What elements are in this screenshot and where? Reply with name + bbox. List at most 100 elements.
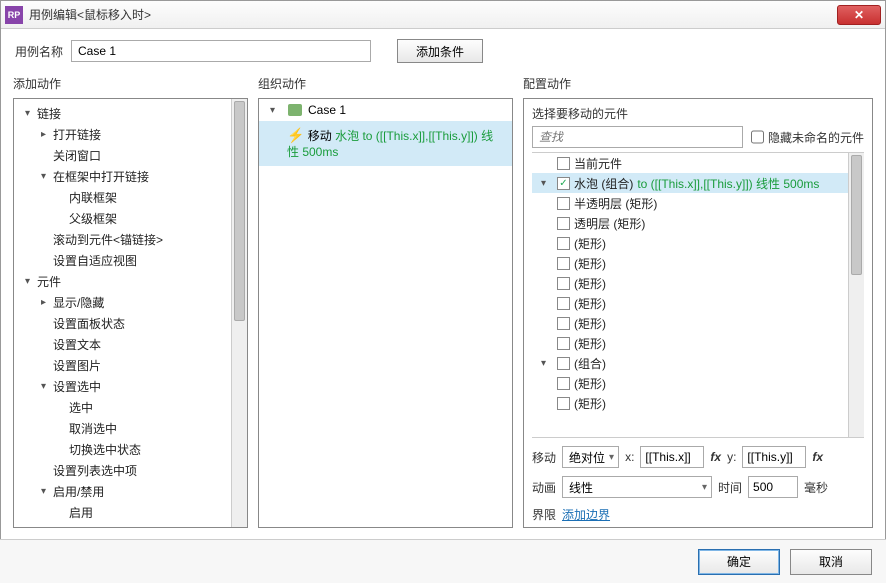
action-item[interactable]: 设置面板状态	[14, 313, 247, 334]
chevron-down-icon[interactable]	[22, 108, 33, 119]
anim-mode-select[interactable]: 线性▾	[562, 476, 712, 498]
case-root[interactable]: Case 1	[259, 99, 512, 121]
case-action-row[interactable]: ⚡ 移动 水泡 to ([[This.x]],[[This.y]]) 线性 50…	[259, 121, 512, 166]
checkbox[interactable]	[557, 337, 570, 350]
action-item[interactable]: 设置图片	[14, 355, 247, 376]
spacer	[38, 255, 49, 266]
checkbox[interactable]	[557, 257, 570, 270]
hide-unnamed-box[interactable]	[751, 126, 764, 148]
action-item[interactable]: 取消选中	[14, 418, 247, 439]
checkbox[interactable]	[557, 377, 570, 390]
chevron-right-icon[interactable]	[38, 129, 49, 140]
action-item[interactable]: 显示/隐藏	[14, 292, 247, 313]
checkbox[interactable]	[557, 217, 570, 230]
spacer	[38, 360, 49, 371]
checkbox[interactable]	[557, 297, 570, 310]
chevron-down-icon[interactable]	[538, 358, 549, 369]
window-title: 用例编辑<鼠标移入时>	[29, 6, 837, 23]
checkbox[interactable]	[557, 277, 570, 290]
case-name-input[interactable]	[71, 40, 371, 62]
action-item[interactable]: 设置文本	[14, 334, 247, 355]
widget-label: (矩形)	[574, 315, 606, 332]
widget-row[interactable]: (矩形)	[532, 393, 864, 413]
chevron-down-icon[interactable]	[267, 105, 278, 116]
action-item[interactable]: 打开链接	[14, 124, 247, 145]
spacer	[538, 198, 549, 209]
action-item[interactable]: 禁用	[14, 523, 247, 528]
widget-row[interactable]: (矩形)	[532, 373, 864, 393]
spacer	[538, 158, 549, 169]
widget-label: (矩形)	[574, 375, 606, 392]
action-item[interactable]: 启用/禁用	[14, 481, 247, 502]
y-label: y:	[727, 450, 736, 464]
checkbox[interactable]	[557, 317, 570, 330]
action-item[interactable]: 启用	[14, 502, 247, 523]
spacer	[538, 378, 549, 389]
widget-row[interactable]: 透明层 (矩形)	[532, 213, 864, 233]
fx-x-button[interactable]: fx	[710, 450, 721, 464]
checkbox[interactable]	[557, 357, 570, 370]
time-unit: 毫秒	[804, 479, 828, 496]
action-item[interactable]: 关闭窗口	[14, 145, 247, 166]
action-item-label: 设置自适应视图	[53, 252, 137, 269]
action-item[interactable]: 元件	[14, 271, 247, 292]
action-item[interactable]: 设置列表选中项	[14, 460, 247, 481]
spacer	[38, 465, 49, 476]
action-item-label: 链接	[37, 105, 61, 122]
spacer	[538, 278, 549, 289]
action-item-label: 设置面板状态	[53, 315, 125, 332]
actions-panel: 链接打开链接关闭窗口在框架中打开链接内联框架父级框架滚动到元件<锚链接> 设置自适…	[13, 98, 248, 528]
hide-unnamed-checkbox[interactable]: 隐藏未命名的元件	[751, 126, 864, 148]
widget-row[interactable]: (矩形)	[532, 333, 864, 353]
action-item[interactable]: 链接	[14, 103, 247, 124]
action-item[interactable]: 在框架中打开链接	[14, 166, 247, 187]
close-button[interactable]: ✕	[837, 5, 881, 25]
action-item[interactable]: 切换选中状态	[14, 439, 247, 460]
spacer	[538, 238, 549, 249]
ok-button[interactable]: 确定	[698, 549, 780, 575]
chevron-right-icon[interactable]	[38, 297, 49, 308]
chevron-down-icon[interactable]	[38, 171, 49, 182]
checkbox[interactable]	[557, 397, 570, 410]
action-item[interactable]: 设置自适应视图	[14, 250, 247, 271]
widget-row[interactable]: 半透明层 (矩形)	[532, 193, 864, 213]
move-mode-select[interactable]: 绝对位▾	[562, 446, 619, 468]
widget-row[interactable]: (矩形)	[532, 293, 864, 313]
time-input[interactable]	[748, 476, 798, 498]
widget-row[interactable]: (矩形)	[532, 233, 864, 253]
chevron-down-icon[interactable]	[38, 486, 49, 497]
x-input[interactable]	[640, 446, 704, 468]
scrollbar[interactable]	[848, 153, 864, 437]
widget-row[interactable]: (矩形)	[532, 313, 864, 333]
action-item[interactable]: 选中	[14, 397, 247, 418]
scrollbar[interactable]	[231, 99, 247, 527]
widget-row[interactable]: (矩形)	[532, 253, 864, 273]
checkbox[interactable]	[557, 237, 570, 250]
action-item[interactable]: 内联框架	[14, 187, 247, 208]
add-bounds-link[interactable]: 添加边界	[562, 506, 610, 523]
add-condition-button[interactable]: 添加条件	[397, 39, 483, 63]
spacer	[54, 213, 65, 224]
search-input[interactable]	[532, 126, 743, 148]
action-item[interactable]: 父级框架	[14, 208, 247, 229]
widget-row[interactable]: (组合)	[532, 353, 864, 373]
widget-config-text: to ([[This.x]],[[This.y]]) 线性 500ms	[637, 175, 819, 192]
bounds-row: 界限 添加边界	[532, 506, 864, 523]
widget-row[interactable]: (矩形)	[532, 273, 864, 293]
chevron-down-icon[interactable]	[38, 381, 49, 392]
checkbox[interactable]	[557, 197, 570, 210]
y-input[interactable]	[742, 446, 806, 468]
widget-list: 当前元件水泡 (组合) to ([[This.x]],[[This.y]]) 线…	[532, 152, 864, 438]
checkbox[interactable]	[557, 177, 570, 190]
action-item-label: 滚动到元件<锚链接>	[53, 231, 163, 248]
widget-row[interactable]: 水泡 (组合) to ([[This.x]],[[This.y]]) 线性 50…	[532, 173, 864, 193]
chevron-down-icon[interactable]	[538, 178, 549, 189]
fx-y-button[interactable]: fx	[812, 450, 823, 464]
cancel-button[interactable]: 取消	[790, 549, 872, 575]
chevron-down-icon[interactable]	[22, 276, 33, 287]
widget-row[interactable]: 当前元件	[532, 153, 864, 173]
action-item[interactable]: 设置选中	[14, 376, 247, 397]
action-item[interactable]: 滚动到元件<锚链接>	[14, 229, 247, 250]
checkbox[interactable]	[557, 157, 570, 170]
widget-label: (矩形)	[574, 235, 606, 252]
